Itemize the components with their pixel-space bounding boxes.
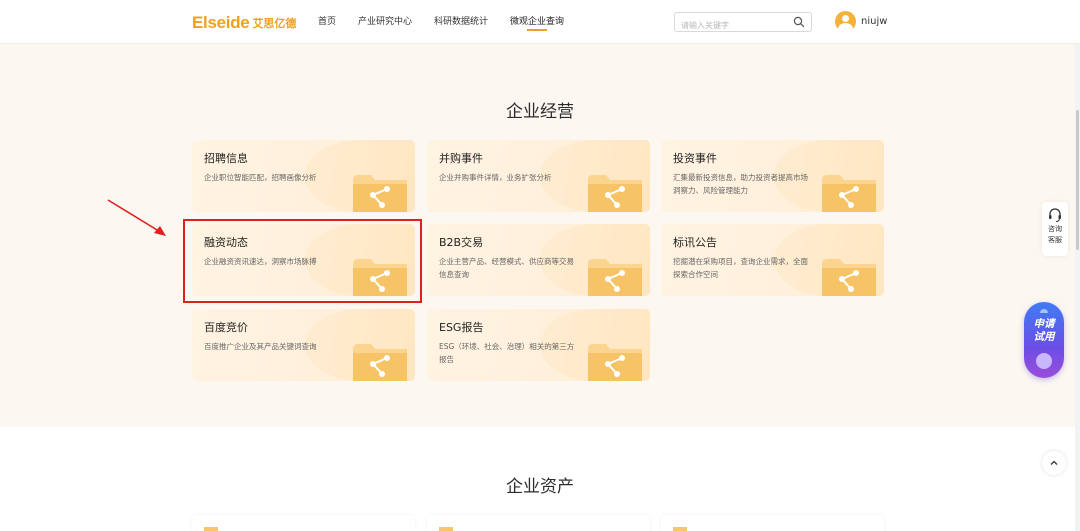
card-description: 百度推广企业及其产品关键词查询 (204, 342, 317, 351)
asset-card-3[interactable] (661, 515, 884, 531)
logo-text-cn: 艾思亿德 (252, 17, 297, 30)
folder-icon (439, 527, 453, 531)
folder-share-icon (353, 175, 407, 212)
card-description: 汇集最新投资信息，助力投资者提高市场洞察力、风险管理能力 (673, 173, 808, 195)
apply-label-1: 申请 (1033, 318, 1055, 330)
top-header: Elseide 艾思亿德 首页 产业研究中心 科研数据统计 微观企业查询 niu… (0, 0, 1080, 44)
folder-share-icon (353, 259, 407, 296)
card-recruitment[interactable]: 招聘信息 企业职位智能匹配，招聘画像分析 (192, 140, 415, 212)
card-title: 并购事件 (439, 152, 483, 165)
apply-badge-icon (1036, 353, 1052, 369)
brand-logo[interactable]: Elseide 艾思亿德 (192, 13, 296, 33)
asset-card-2[interactable] (427, 515, 650, 531)
username: niujw (861, 16, 888, 27)
folder-icon (673, 527, 687, 531)
nav-research-statistics[interactable]: 科研数据统计 (434, 0, 488, 44)
card-title: 招聘信息 (204, 152, 248, 165)
scrollbar-thumb[interactable] (1076, 110, 1079, 250)
consult-label-1: 咨询 (1048, 225, 1062, 233)
card-description: ESG（环境、社会、治理）相关的第三方报告 (439, 342, 575, 364)
card-title: B2B交易 (439, 236, 484, 249)
avatar[interactable] (835, 11, 856, 32)
card-description: 企业并购事件详情，业务扩张分析 (439, 173, 552, 182)
user-menu[interactable]: niujw (835, 11, 887, 32)
nav-home[interactable]: 首页 (318, 0, 336, 44)
folder-share-icon (588, 175, 642, 212)
folder-share-icon (353, 344, 407, 381)
folder-share-icon (588, 344, 642, 381)
card-mergers[interactable]: 并购事件 企业并购事件详情，业务扩张分析 (427, 140, 650, 212)
search-icon[interactable] (793, 16, 805, 28)
red-arrow-icon (107, 199, 166, 236)
card-description: 挖掘潜在采购项目，查询企业需求，全面探索合作空间 (673, 257, 808, 279)
card-investment[interactable]: 投资事件 汇集最新投资信息，助力投资者提高市场洞察力、风险管理能力 (661, 140, 884, 212)
card-title: 融资动态 (204, 236, 248, 249)
folder-share-icon (822, 175, 876, 212)
consult-service-button[interactable]: 咨询 客服 (1042, 202, 1068, 256)
apply-label-2: 试用 (1033, 331, 1055, 343)
logo-text-en: Elseide (192, 13, 250, 32)
chevron-up-icon (1050, 460, 1058, 465)
card-baidu-bidding[interactable]: 百度竞价 百度推广企业及其产品关键词查询 (192, 309, 415, 381)
card-description: 企业融资资讯速达，洞察市场脉搏 (204, 257, 317, 266)
card-esg-report[interactable]: ESG报告 ESG（环境、社会、治理）相关的第三方报告 (427, 309, 650, 381)
folder-share-icon (588, 259, 642, 296)
card-title: 百度竞价 (204, 321, 248, 334)
folder-share-icon (822, 259, 876, 296)
section-title-assets: 企业资产 (506, 477, 574, 497)
card-description: 企业职位智能匹配，招聘画像分析 (204, 173, 317, 182)
asset-card-1[interactable] (192, 515, 415, 531)
search-input[interactable] (675, 16, 785, 35)
card-financing[interactable]: 融资动态 企业融资资讯速达，洞察市场脉搏 (192, 224, 415, 296)
section-title-operations: 企业经营 (506, 102, 574, 122)
card-description: 企业主营产品、经营模式、供应商等交易信息查询 (439, 257, 574, 279)
card-title: ESG报告 (439, 321, 484, 334)
headset-icon (1049, 208, 1061, 222)
card-tender[interactable]: 标讯公告 挖掘潜在采购项目，查询企业需求，全面探索合作空间 (661, 224, 884, 296)
main-nav: 首页 产业研究中心 科研数据统计 微观企业查询 (318, 0, 586, 44)
card-b2b[interactable]: B2B交易 企业主营产品、经营模式、供应商等交易信息查询 (427, 224, 650, 296)
apply-trial-button[interactable]: 申请 试用 (1024, 302, 1064, 378)
nav-enterprise-query[interactable]: 微观企业查询 (510, 0, 564, 44)
apply-top-decoration (1040, 309, 1048, 313)
consult-label-2: 客服 (1048, 236, 1062, 244)
folder-icon (204, 527, 218, 531)
nav-industry-research[interactable]: 产业研究中心 (358, 0, 412, 44)
card-title: 标讯公告 (673, 236, 717, 249)
search-box (674, 12, 812, 35)
back-to-top-button[interactable] (1042, 451, 1066, 475)
card-title: 投资事件 (673, 152, 717, 165)
